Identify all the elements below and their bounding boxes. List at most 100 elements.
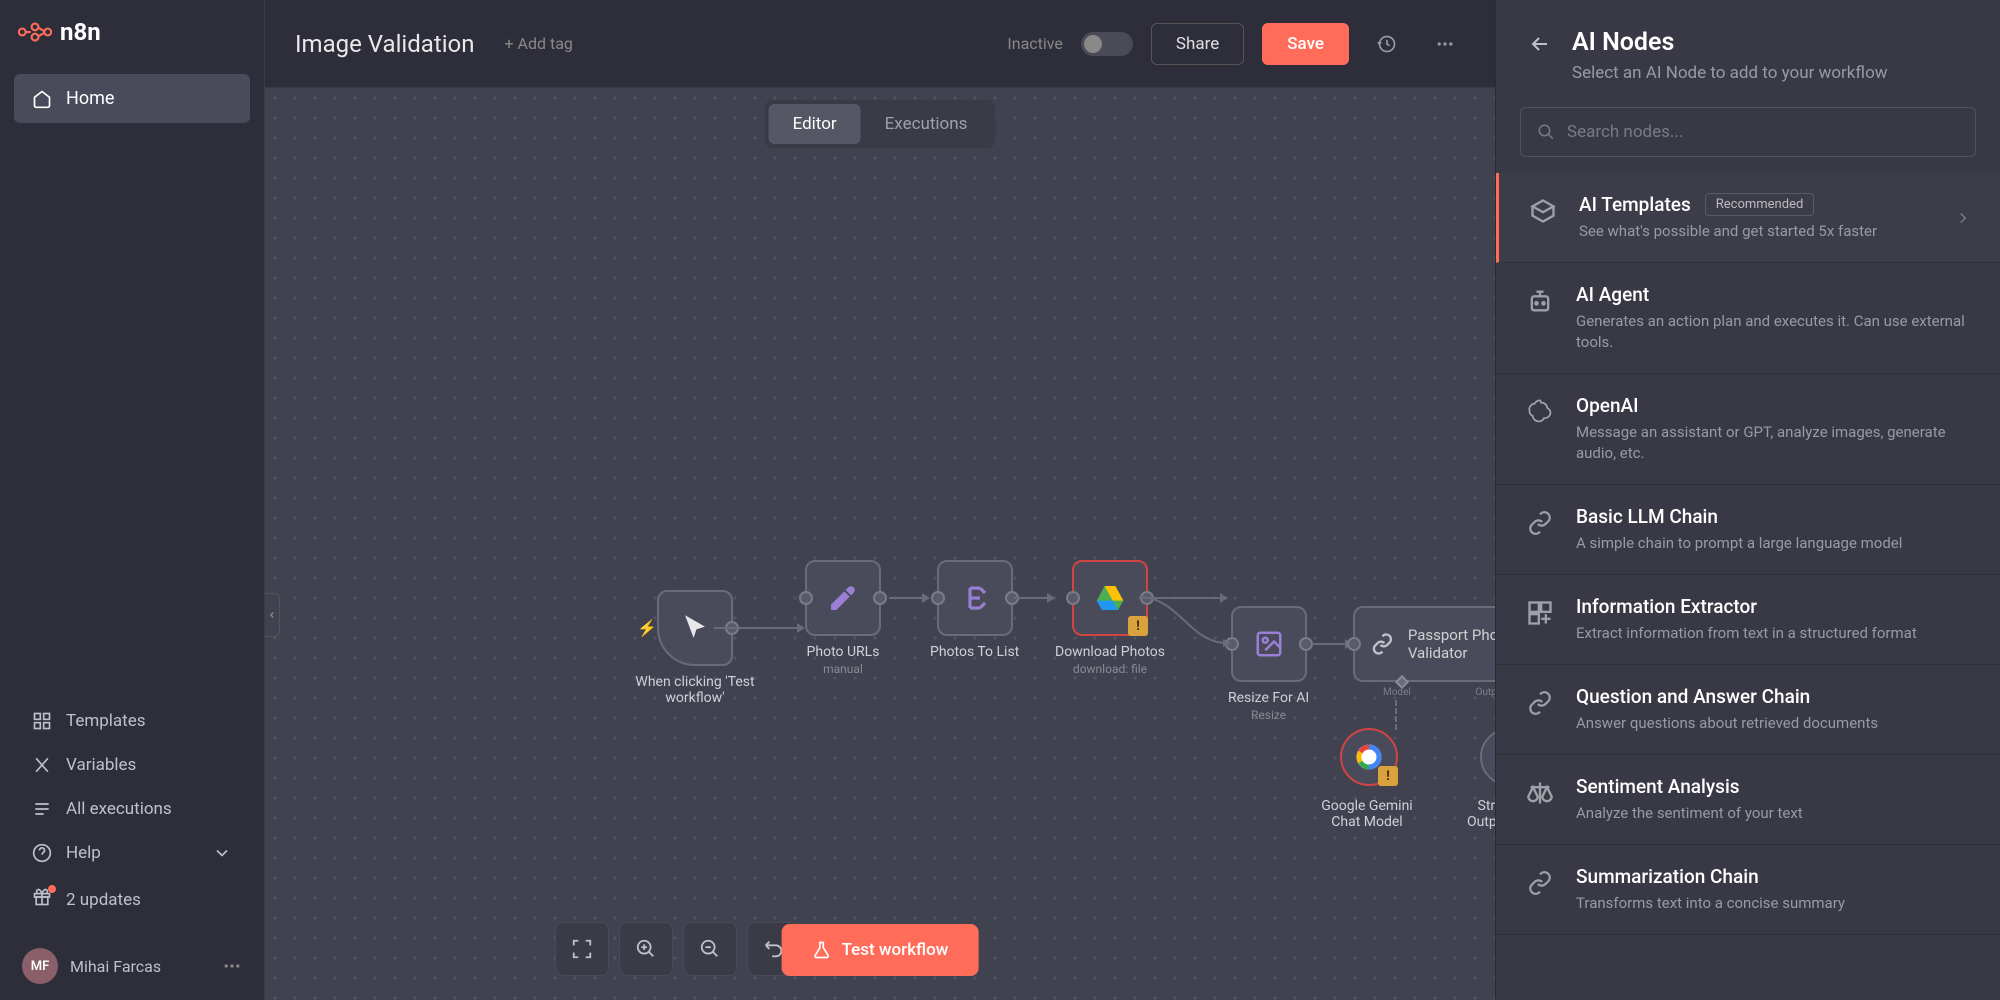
sidebar-item-updates[interactable]: 2 updates [14,875,250,924]
canvas-controls [555,922,801,976]
recommended-badge: Recommended [1705,193,1815,216]
node-structured-parser[interactable] [1480,728,1495,786]
zoom-out-button[interactable] [683,922,737,976]
image-icon [1254,629,1284,659]
zoom-out-icon [699,938,721,960]
item-desc: Message an assistant or GPT, analyze ima… [1576,422,1972,464]
chain-icon [1527,870,1553,896]
openai-icon [1526,398,1554,426]
nodes-panel: AI Nodes Select an AI Node to add to you… [1495,0,2000,1000]
node-structured-label: Structured Output Parser [1455,798,1495,830]
chevron-right-icon [1954,209,1972,227]
executions-icon [32,799,52,819]
status-label: Inactive [1007,34,1063,53]
search-icon [1537,123,1555,141]
expand-icon [571,938,593,960]
sidebar-item-executions[interactable]: All executions [14,787,250,831]
item-title: Basic LLM Chain [1576,505,1718,528]
node-item-sentiment[interactable]: Sentiment Analysis Analyze the sentiment… [1496,755,2000,845]
input-port[interactable] [799,591,813,605]
node-download[interactable]: ! [1072,560,1148,636]
item-title: AI Agent [1576,283,1649,306]
item-desc: Generates an action plan and executes it… [1576,311,1972,353]
chain-icon [1527,690,1553,716]
warning-badge: ! [1378,766,1398,786]
view-tabs: Editor Executions [765,100,996,148]
user-footer: MF Mihai Farcas [0,932,264,1000]
chevron-down-icon [212,843,232,863]
item-desc: Transforms text into a concise summary [1576,893,1972,914]
panel-title: AI Nodes [1572,28,1888,57]
n8n-logo-icon [18,20,52,44]
canvas[interactable]: ⚡ When clicking 'Test workflow' Photo UR… [265,88,1495,1000]
search-box[interactable] [1520,107,1976,157]
sidebar-item-home[interactable]: Home [14,74,250,123]
input-port[interactable] [1066,591,1080,605]
node-item-ai-templates[interactable]: AI TemplatesRecommended See what's possi… [1496,173,2000,263]
node-resize[interactable] [1231,606,1307,682]
sidebar-executions-label: All executions [66,799,172,819]
drive-icon [1094,582,1126,614]
flask-icon [812,940,832,960]
curved-edge [1139,597,1239,657]
robot-icon [1526,287,1554,315]
active-toggle[interactable] [1081,32,1133,56]
sidebar-collapse-handle[interactable] [265,593,280,637]
tab-executions[interactable]: Executions [861,104,992,144]
add-tag-button[interactable]: + Add tag [504,34,572,53]
parser-tag: Output Parser [1476,687,1495,698]
user-avatar[interactable]: MF [22,948,58,984]
edge [1312,643,1352,645]
dashed-edge [1395,700,1397,730]
home-icon [32,89,52,109]
node-gemini-label: Google Gemini Chat Model [1307,798,1427,830]
test-workflow-button[interactable]: Test workflow [782,924,979,976]
tab-editor[interactable]: Editor [769,104,861,144]
sidebar: n8n Home Templates Variables All executi… [0,0,265,1000]
share-button[interactable]: Share [1151,23,1244,65]
sidebar-item-help[interactable]: Help [14,831,250,875]
node-item-info-extractor[interactable]: Information Extractor Extract informatio… [1496,575,2000,665]
output-port[interactable] [1299,637,1313,651]
node-item-ai-agent[interactable]: AI Agent Generates an action plan and ex… [1496,263,2000,374]
workflow-title[interactable]: Image Validation [295,30,474,58]
logo[interactable]: n8n [0,0,264,64]
node-item-basic-llm[interactable]: Basic LLM Chain A simple chain to prompt… [1496,485,2000,575]
input-port[interactable] [1347,637,1361,651]
fit-view-button[interactable] [555,922,609,976]
node-photos-list[interactable] [937,560,1013,636]
sidebar-home-label: Home [66,88,114,109]
node-item-openai[interactable]: OpenAI Message an assistant or GPT, anal… [1496,374,2000,485]
history-button[interactable] [1367,24,1407,64]
more-button[interactable] [1425,24,1465,64]
node-validator[interactable]: Passport Photo Validator Model Output Pa… [1353,606,1495,682]
user-more-icon[interactable] [222,956,242,976]
sidebar-item-variables[interactable]: Variables [14,743,250,787]
search-input[interactable] [1567,122,1959,142]
node-photo-urls-label: Photo URLs [807,644,880,660]
node-item-qa-chain[interactable]: Question and Answer Chain Answer questio… [1496,665,2000,755]
node-gemini[interactable]: ! [1340,728,1398,786]
edit-icon [827,582,859,614]
bolt-icon: ⚡ [637,619,657,638]
extract-icon [1526,599,1554,627]
edge [714,627,804,629]
item-title: Question and Answer Chain [1576,685,1810,708]
sidebar-templates-label: Templates [66,711,146,731]
item-desc: See what's possible and get started 5x f… [1579,221,1934,242]
sidebar-item-templates[interactable]: Templates [14,699,250,743]
more-icon [1435,34,1455,54]
output-port[interactable] [873,591,887,605]
sidebar-help-label: Help [66,843,101,863]
back-arrow-icon[interactable] [1528,32,1552,56]
model-tag: Model [1383,687,1411,698]
node-download-sub: download: file [1073,662,1147,676]
edge [1014,597,1054,599]
node-photo-urls[interactable] [805,560,881,636]
chain-icon [1527,510,1553,536]
zoom-in-button[interactable] [619,922,673,976]
save-button[interactable]: Save [1262,23,1349,65]
test-workflow-label: Test workflow [842,940,949,960]
node-item-summarization[interactable]: Summarization Chain Transforms text into… [1496,845,2000,935]
input-port[interactable] [931,591,945,605]
